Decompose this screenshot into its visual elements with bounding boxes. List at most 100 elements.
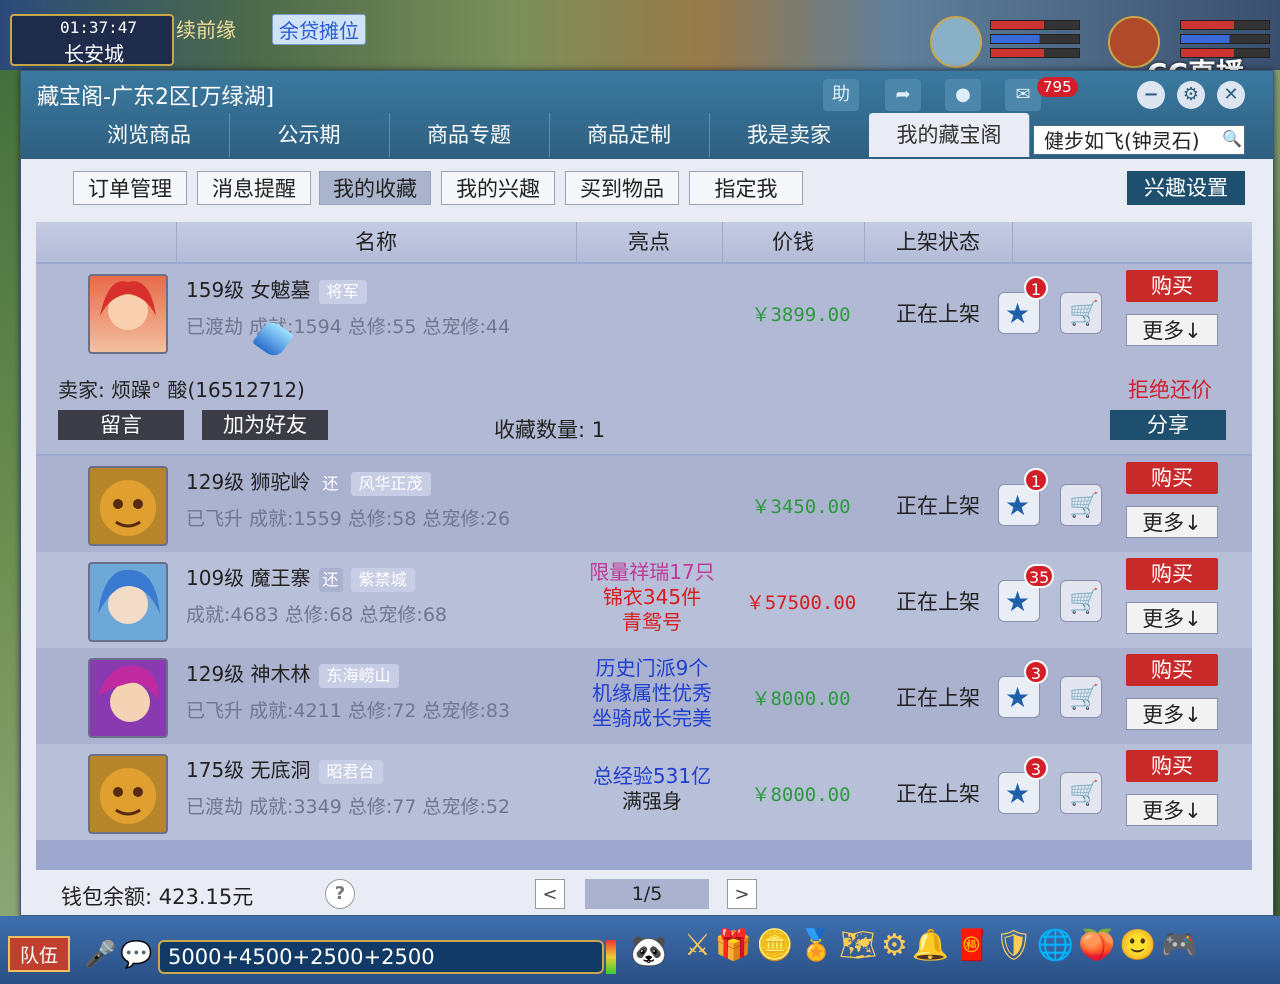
prev-page-button[interactable]: < — [535, 879, 565, 909]
header-blank — [36, 222, 177, 262]
add-to-cart-button[interactable]: 🛒 — [1060, 292, 1102, 334]
subtab-messages[interactable]: 消息提醒 — [197, 171, 311, 205]
character-avatar[interactable] — [88, 274, 168, 354]
listing-name[interactable]: 109级 魔王寨还紫禁城 — [186, 562, 415, 592]
tab-my-pavilion[interactable]: 我的藏宝阁 — [869, 113, 1030, 157]
add-friend-button[interactable]: 加为好友 — [202, 410, 328, 440]
game-hud: 队伍 🎤 💬 5000+4500+2500+2500 🐼 ⚔🎁🪙🏅🗺⚙🔔🧧🛡🌐🍑… — [0, 916, 1280, 984]
tab-custom[interactable]: 商品定制 — [549, 113, 710, 157]
help-icon[interactable]: ? — [325, 879, 355, 909]
listing-stats: 已渡劫 成就:1594 总修:55 总宠修:44 — [186, 316, 511, 338]
add-to-cart-button[interactable]: 🛒 — [1060, 580, 1102, 622]
listing-title: 109级 魔王寨 — [186, 566, 311, 590]
pet-portrait[interactable] — [930, 16, 982, 68]
add-to-cart-button[interactable]: 🛒 — [1060, 676, 1102, 718]
tab-topics[interactable]: 商品专题 — [389, 113, 550, 157]
buy-button[interactable]: 购买 — [1126, 750, 1218, 782]
table-header: 名称 亮点 价钱 上架状态 — [36, 222, 1252, 262]
record-icon[interactable]: ● — [945, 79, 981, 111]
table-row[interactable]: 159级 女魃墓 将军 已渡劫 成就:1594 总修:55 总宠修:44 ￥389… — [36, 264, 1252, 454]
listing-name[interactable]: 175级 无底洞 昭君台 — [186, 754, 383, 784]
cart-icon: 🛒 — [1069, 491, 1099, 519]
character-avatar[interactable] — [88, 658, 168, 738]
tab-public[interactable]: 公示期 — [229, 113, 390, 157]
city-name: 长安城 — [64, 42, 124, 66]
highlight-line: 青鸳号 — [622, 610, 682, 634]
table-row[interactable]: 129级 神木林 东海崂山 已飞升 成就:4211 总修:72 总宠修:83 历史… — [36, 648, 1252, 744]
table-row[interactable]: 129级 狮驼岭还风华正茂 已飞升 成就:1559 总修:58 总宠修:26 ￥… — [36, 456, 1252, 552]
listing-name[interactable]: 159级 女魃墓 将军 — [186, 274, 367, 304]
treasure-pavilion-window: 藏宝阁-广东2区[万绿湖] 助 ➦ ● ✉ 795 − ⚙ ✕ 浏览商品 公示期… — [20, 70, 1274, 916]
table-row[interactable]: 175级 无底洞 昭君台 已渡劫 成就:3349 总修:77 总宠修:52 总经验… — [36, 744, 1252, 840]
tab-browse[interactable]: 浏览商品 — [69, 113, 230, 157]
interest-settings-button[interactable]: 兴趣设置 — [1127, 171, 1245, 205]
favorite-count-badge: 1 — [1024, 468, 1048, 492]
more-button[interactable]: 更多↓ — [1126, 794, 1218, 826]
close-icon[interactable]: ✕ — [1217, 81, 1245, 109]
buy-button[interactable]: 购买 — [1126, 558, 1218, 590]
more-button[interactable]: 更多↓ — [1126, 314, 1218, 346]
team-button[interactable]: 队伍 — [8, 936, 70, 972]
window-footer: 钱包余额: 423.15元 ? < 1/5 > — [21, 871, 1273, 915]
link-xuqianyuan[interactable]: 续前缘 — [176, 14, 236, 43]
search-icon[interactable]: 🔍 — [1222, 130, 1242, 148]
listing-price: ￥3450.00 — [751, 496, 851, 518]
pet-mascot-icon[interactable]: 🐼 — [630, 934, 667, 969]
cart-icon: 🛒 — [1069, 779, 1099, 807]
character-avatar[interactable] — [88, 466, 168, 546]
highlight-line: 满强身 — [622, 789, 682, 813]
favorite-count-badge: 1 — [1024, 276, 1048, 300]
listing-highlights: 历史门派9个 机缘属性优秀 坐骑成长完美 — [582, 656, 722, 731]
leave-message-button[interactable]: 留言 — [58, 410, 184, 440]
star-icon: ★ — [1005, 681, 1031, 714]
add-to-cart-button[interactable]: 🛒 — [1060, 772, 1102, 814]
listing-stats: 成就:4683 总修:68 总宠修:68 — [186, 604, 447, 626]
game-top-bar: 01:37:47 长安城 续前缘 余贷摊位 — [0, 0, 1280, 70]
listing-price: ￥8000.00 — [751, 688, 851, 710]
buy-button[interactable]: 购买 — [1126, 654, 1218, 686]
forest-character-icon — [98, 665, 159, 722]
buy-button[interactable]: 购买 — [1126, 462, 1218, 494]
listing-tag: 风华正茂 — [350, 471, 431, 496]
subtab-favorites[interactable]: 我的收藏 — [319, 171, 431, 205]
character-avatar[interactable] — [88, 754, 168, 834]
table-row[interactable]: 109级 魔王寨还紫禁城 成就:4683 总修:68 总宠修:68 限量祥瑞17… — [36, 552, 1252, 648]
listing-stats: 已渡劫 成就:3349 总修:77 总宠修:52 — [186, 796, 511, 818]
link-stall[interactable]: 余贷摊位 — [272, 14, 366, 45]
account-name: 健步如飞(钟灵石) — [1044, 129, 1200, 153]
listing-name[interactable]: 129级 狮驼岭还风华正茂 — [186, 466, 431, 496]
chat-bubble-icon[interactable]: 💬 — [120, 940, 152, 970]
page-indicator: 1/5 — [585, 879, 709, 909]
share-button[interactable]: 分享 — [1110, 410, 1226, 440]
hud-shortcut-icons[interactable]: ⚔🎁🪙🏅🗺⚙🔔🧧🛡🌐🍑🙂🎮 — [684, 928, 1202, 963]
buy-button[interactable]: 购买 — [1126, 270, 1218, 302]
help-assist-icon[interactable]: 助 — [823, 79, 859, 111]
more-button[interactable]: 更多↓ — [1126, 698, 1218, 730]
message-icon[interactable]: ✉ — [1005, 79, 1041, 111]
female-character-icon — [100, 281, 156, 330]
more-button[interactable]: 更多↓ — [1126, 506, 1218, 538]
next-page-button[interactable]: > — [727, 879, 757, 909]
subtab-interests[interactable]: 我的兴趣 — [441, 171, 555, 205]
tab-seller[interactable]: 我是卖家 — [709, 113, 870, 157]
settings-gear-icon[interactable]: ⚙ — [1177, 81, 1205, 109]
favorite-total: 收藏数量: 1 — [494, 418, 606, 442]
cart-icon: 🛒 — [1069, 299, 1099, 327]
microphone-icon[interactable]: 🎤 — [84, 940, 116, 970]
subtab-orders[interactable]: 订单管理 — [73, 171, 187, 205]
more-button[interactable]: 更多↓ — [1126, 602, 1218, 634]
listing-tag: 将军 — [318, 279, 367, 304]
favorite-count-badge: 3 — [1024, 756, 1048, 780]
share-arrow-icon[interactable]: ➦ — [885, 79, 921, 111]
minimize-icon[interactable]: − — [1137, 81, 1165, 109]
chat-input[interactable]: 5000+4500+2500+2500 — [158, 940, 604, 974]
listing-name[interactable]: 129级 神木林 东海崂山 — [186, 658, 399, 688]
subtab-assigned[interactable]: 指定我 — [689, 171, 803, 205]
character-avatar[interactable] — [88, 562, 168, 642]
add-to-cart-button[interactable]: 🛒 — [1060, 484, 1102, 526]
favorite-count-badge: 3 — [1024, 660, 1048, 684]
header-highlight: 亮点 — [576, 222, 723, 262]
subtab-purchased[interactable]: 买到物品 — [565, 171, 679, 205]
header-status: 上架状态 — [864, 222, 1013, 262]
account-search-field[interactable]: 健步如飞(钟灵石) 🔍 — [1033, 125, 1245, 155]
